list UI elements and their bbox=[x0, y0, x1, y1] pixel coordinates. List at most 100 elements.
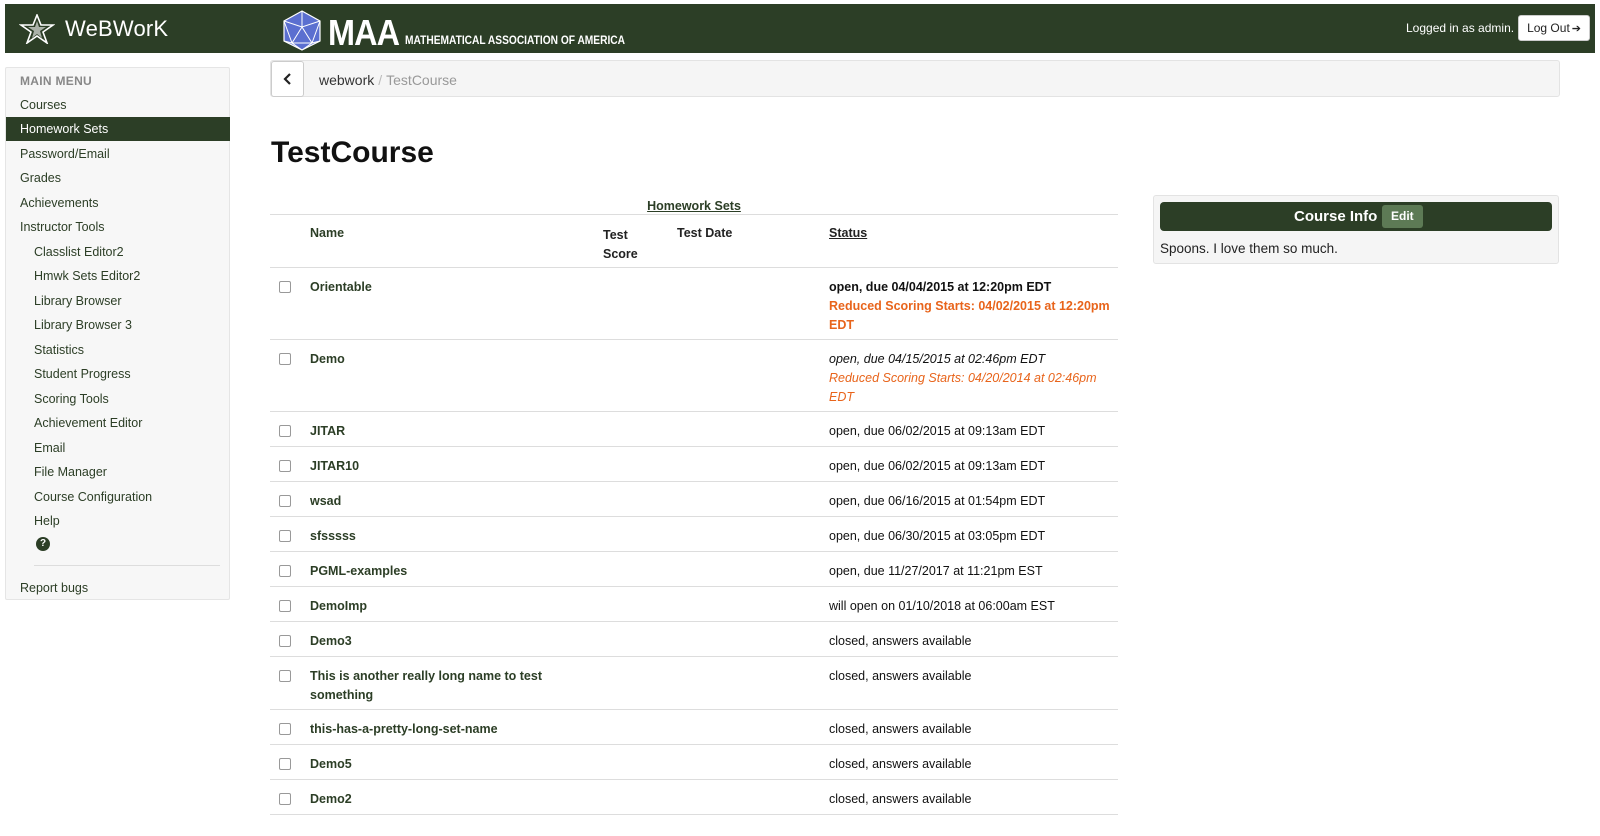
set-status: open, due 04/04/2015 at 12:20pm EDT Redu… bbox=[829, 278, 1114, 335]
page-title: TestCourse bbox=[271, 136, 434, 169]
row-checkbox[interactable] bbox=[279, 495, 291, 507]
sidebar-item-instructor-tools[interactable]: Instructor Tools bbox=[6, 215, 230, 239]
sidebar-item-statistics[interactable]: Statistics bbox=[6, 338, 230, 362]
set-name-link[interactable]: this-has-a-pretty-long-set-name bbox=[310, 720, 570, 739]
course-info-panel: Course Info Edit Spoons. I love them so … bbox=[1153, 195, 1559, 264]
maa-logo[interactable]: MAA MATHEMATICAL ASSOCIATION OF AMERICA bbox=[280, 7, 664, 51]
row-checkbox[interactable] bbox=[279, 460, 291, 472]
top-navbar: WeBWorK MAA MATHEMATICAL ASSOCIATION OF … bbox=[5, 4, 1595, 53]
set-status: will open on 01/10/2018 at 06:00am EST bbox=[829, 599, 1055, 613]
set-name-link[interactable]: Demo2 bbox=[310, 790, 570, 809]
sidebar-item-student-progress[interactable]: Student Progress bbox=[6, 362, 230, 386]
row-checkbox[interactable] bbox=[279, 530, 291, 542]
course-info-edit-button[interactable]: Edit bbox=[1382, 205, 1423, 228]
homework-sets-caption[interactable]: Homework Sets bbox=[270, 199, 1118, 213]
sidebar-item-library-browser[interactable]: Library Browser bbox=[6, 289, 230, 313]
set-status: open, due 04/15/2015 at 02:46pm EDT Redu… bbox=[829, 350, 1114, 407]
row-checkbox[interactable] bbox=[279, 600, 291, 612]
set-status: open, due 11/27/2017 at 11:21pm EST bbox=[829, 564, 1043, 578]
set-name-link[interactable]: Demo5 bbox=[310, 755, 570, 774]
sidebar-item-file-manager[interactable]: File Manager bbox=[6, 460, 230, 484]
chevron-left-icon bbox=[282, 73, 291, 85]
row-checkbox[interactable] bbox=[279, 281, 291, 293]
set-name-link[interactable]: Demo3 bbox=[310, 632, 570, 651]
sidebar-item-achievement-editor[interactable]: Achievement Editor bbox=[6, 411, 230, 435]
column-header-status[interactable]: Status bbox=[829, 226, 867, 240]
table-row: DemoImp will open on 01/10/2018 at 06:00… bbox=[270, 587, 1118, 622]
set-name-link[interactable]: This is another really long name to test… bbox=[310, 667, 570, 705]
table-row: JITAR open, due 06/02/2015 at 09:13am ED… bbox=[270, 412, 1118, 447]
course-info-header: Course Info Edit bbox=[1160, 202, 1552, 231]
set-name-link[interactable]: wsad bbox=[310, 492, 570, 511]
maa-full-name: MATHEMATICAL ASSOCIATION OF AMERICA bbox=[404, 33, 626, 47]
set-status: open, due 06/30/2015 at 03:05pm EDT bbox=[829, 529, 1046, 543]
webwork-logo-icon bbox=[19, 14, 55, 44]
column-header-test-date: Test Date bbox=[677, 226, 733, 240]
set-name-link[interactable]: DemoImp bbox=[310, 597, 570, 616]
set-status: open, due 06/02/2015 at 09:13am EDT bbox=[829, 424, 1046, 438]
sidebar-item-course-configuration[interactable]: Course Configuration bbox=[6, 485, 230, 509]
sidebar-item-help[interactable]: Help bbox=[6, 509, 230, 533]
column-header-name[interactable]: Name bbox=[310, 226, 344, 240]
breadcrumb-trail: webwork / TestCourse bbox=[319, 72, 457, 88]
row-checkbox[interactable] bbox=[279, 723, 291, 735]
sidebar-item-hmwk-sets-editor2[interactable]: Hmwk Sets Editor2 bbox=[6, 264, 230, 288]
sidebar-item-grades[interactable]: Grades bbox=[6, 166, 230, 190]
table-row: This is another really long name to test… bbox=[270, 657, 1118, 710]
row-checkbox[interactable] bbox=[279, 425, 291, 437]
breadcrumb-webwork-link[interactable]: webwork bbox=[319, 72, 374, 88]
sidebar-item-courses[interactable]: Courses bbox=[6, 93, 230, 117]
reduced-scoring-notice: Reduced Scoring Starts: 04/02/2015 at 12… bbox=[829, 299, 1110, 332]
set-name-link[interactable]: Demo bbox=[310, 350, 570, 369]
set-name-link[interactable]: PGML-examples bbox=[310, 562, 570, 581]
main-menu-header: MAIN MENU bbox=[20, 74, 93, 88]
row-checkbox[interactable] bbox=[279, 635, 291, 647]
table-row: Orientable open, due 04/04/2015 at 12:20… bbox=[270, 268, 1118, 340]
maa-short: MAA bbox=[328, 12, 400, 53]
set-status: closed, answers available bbox=[829, 669, 972, 683]
breadcrumb: webwork / TestCourse bbox=[270, 60, 1560, 97]
row-checkbox[interactable] bbox=[279, 565, 291, 577]
row-checkbox[interactable] bbox=[279, 353, 291, 365]
sidebar-item-homework-sets[interactable]: Homework Sets bbox=[6, 117, 230, 141]
sidebar-item-classlist-editor2[interactable]: Classlist Editor2 bbox=[6, 240, 230, 264]
set-status: open, due 06/16/2015 at 01:54pm EDT bbox=[829, 494, 1046, 508]
set-name-link[interactable]: JITAR10 bbox=[310, 457, 570, 476]
brand[interactable]: WeBWorK bbox=[19, 13, 168, 45]
table-row: Demo5 closed, answers available bbox=[270, 745, 1118, 780]
sidebar-item-email[interactable]: Email bbox=[6, 436, 230, 460]
set-name-link[interactable]: JITAR bbox=[310, 422, 570, 441]
question-circle-icon[interactable]: ? bbox=[36, 537, 50, 551]
row-checkbox[interactable] bbox=[279, 758, 291, 770]
table-row: PGML-examples open, due 11/27/2017 at 11… bbox=[270, 552, 1118, 587]
sidebar-item-password-email[interactable]: Password/Email bbox=[6, 142, 230, 166]
sidebar-item-achievements[interactable]: Achievements bbox=[6, 191, 230, 215]
table-row: Demo2 closed, answers available bbox=[270, 780, 1118, 815]
set-status: closed, answers available bbox=[829, 634, 972, 648]
logout-button[interactable]: Log Out ➔ bbox=[1518, 15, 1590, 41]
row-checkbox[interactable] bbox=[279, 670, 291, 682]
table-row: JITAR10 open, due 06/02/2015 at 09:13am … bbox=[270, 447, 1118, 482]
reduced-scoring-notice: Reduced Scoring Starts: 04/20/2014 at 02… bbox=[829, 371, 1097, 404]
breadcrumb-current: TestCourse bbox=[386, 72, 457, 88]
menu-divider bbox=[34, 565, 220, 566]
table-row: Demo3 closed, answers available bbox=[270, 622, 1118, 657]
table-row: wsad open, due 06/16/2015 at 01:54pm EDT bbox=[270, 482, 1118, 517]
column-header-test-score: Test Score bbox=[603, 228, 638, 261]
table-row: sfsssss open, due 06/30/2015 at 03:05pm … bbox=[270, 517, 1118, 552]
table-row: this-has-a-pretty-long-set-name closed, … bbox=[270, 710, 1118, 745]
logged-in-text: Logged in as admin. bbox=[1406, 21, 1515, 35]
sidebar-item-library-browser-3[interactable]: Library Browser 3 bbox=[6, 313, 230, 337]
back-button[interactable] bbox=[271, 61, 304, 97]
sidebar-item-report-bugs[interactable]: Report bugs bbox=[6, 576, 230, 600]
set-status: closed, answers available bbox=[829, 792, 972, 806]
table-row: Demo open, due 04/15/2015 at 02:46pm EDT… bbox=[270, 340, 1118, 412]
main-menu-sidebar: MAIN MENU Courses Homework Sets Password… bbox=[5, 67, 230, 600]
row-checkbox[interactable] bbox=[279, 793, 291, 805]
logout-label: Log Out bbox=[1527, 21, 1570, 35]
maa-icosahedron-icon bbox=[283, 10, 321, 51]
set-name-link[interactable]: sfsssss bbox=[310, 527, 570, 546]
set-name-link[interactable]: Orientable bbox=[310, 278, 570, 297]
brand-name: WeBWorK bbox=[65, 16, 169, 41]
sidebar-item-scoring-tools[interactable]: Scoring Tools bbox=[6, 387, 230, 411]
